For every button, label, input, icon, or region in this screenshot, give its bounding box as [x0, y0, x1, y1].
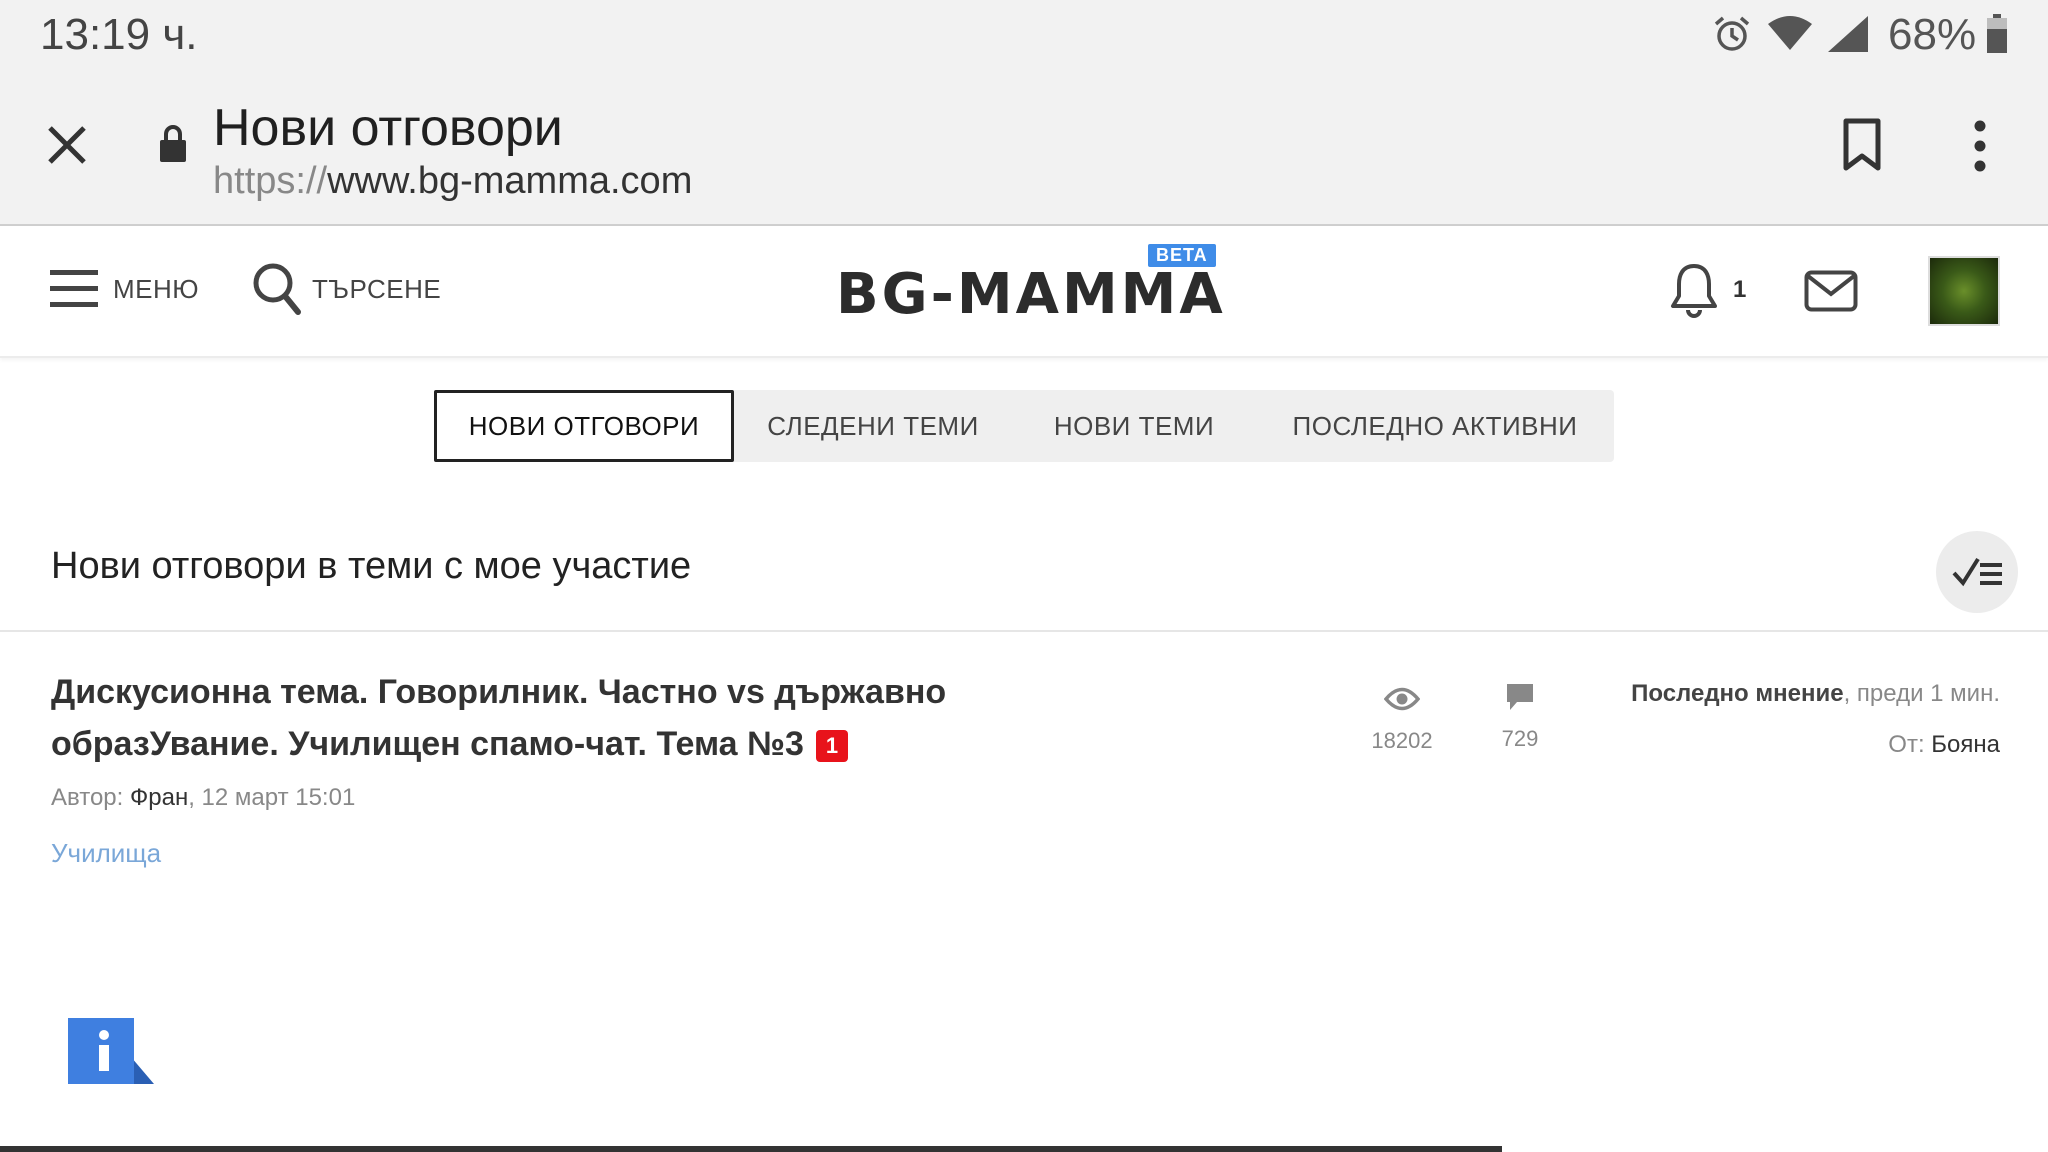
last-post-info[interactable]: Последно мнение, преди 1 мин.	[1631, 680, 2000, 708]
close-icon[interactable]	[46, 124, 88, 166]
replies-count: 729	[1501, 726, 1539, 751]
hamburger-icon	[50, 270, 98, 307]
battery-percent: 68%	[1888, 10, 1977, 59]
notification-count: 1	[1733, 276, 1747, 303]
author-prefix: Автор:	[51, 784, 124, 811]
topic-title: Дискусионна тема. Говорилник. Частно vs …	[51, 673, 947, 763]
site-logo[interactable]: BG-MAMMA	[836, 262, 1226, 327]
last-post-author: От: Бояна	[1888, 731, 2000, 759]
section-title: Нови отговори в теми с мое участие	[51, 545, 692, 587]
battery-icon	[1987, 14, 2007, 53]
menu-label: МЕНЮ	[113, 274, 200, 304]
status-clock: 13:19 ч.	[40, 10, 198, 59]
mark-all-read-button[interactable]	[1936, 531, 2018, 613]
tab-new-replies[interactable]: НОВИ ОТГОВОРИ	[434, 390, 734, 462]
search-icon	[253, 263, 301, 315]
wifi-icon	[1768, 16, 1812, 50]
page-url[interactable]: https://www.bg-mamma.com	[213, 160, 692, 203]
browser-toolbar: Нови отговори https://www.bg-mamma.com	[0, 72, 2048, 226]
topic-author[interactable]: Фран	[130, 784, 188, 811]
lock-icon	[160, 125, 186, 162]
replies-comment-icon	[1507, 684, 1533, 710]
section-divider	[0, 630, 2048, 632]
last-post-user[interactable]: Бояна	[1931, 731, 2000, 758]
search-button[interactable]: ТЪРСЕНЕ	[252, 262, 441, 318]
check-list-icon	[1952, 557, 2002, 587]
from-prefix: От:	[1888, 731, 1925, 758]
info-icon[interactable]	[68, 1018, 154, 1084]
search-label: ТЪРСЕНЕ	[312, 274, 442, 304]
alarm-icon	[1714, 16, 1750, 51]
notification-bell-icon[interactable]	[1670, 262, 1718, 318]
menu-button[interactable]: МЕНЮ	[50, 266, 200, 316]
tab-followed-topics[interactable]: СЛЕДЕНИ ТЕМИ	[734, 390, 1012, 462]
topic-title-link[interactable]: Дискусионна тема. Говорилник. Частно vs …	[51, 666, 1051, 770]
topic-category-link[interactable]: Училища	[51, 838, 161, 869]
last-post-time: , преди 1 мин.	[1843, 680, 2000, 707]
new-replies-badge: 1	[815, 730, 849, 763]
status-bar: 13:19 ч. 68%	[0, 0, 2048, 72]
bookmark-icon[interactable]	[1842, 118, 1882, 172]
mail-icon[interactable]	[1804, 270, 1858, 312]
topic-tabs: НОВИ ОТГОВОРИ СЛЕДЕНИ ТЕМИ НОВИ ТЕМИ ПОС…	[434, 390, 1614, 462]
topic-date: , 12 март 15:01	[188, 784, 356, 811]
last-post-label: Последно мнение	[1631, 680, 1844, 707]
topic-meta: Автор: Фран, 12 март 15:01	[51, 784, 355, 812]
beta-badge: BETA	[1148, 244, 1216, 267]
site-header: МЕНЮ ТЪРСЕНЕ BG-MAMMA BETA 1	[0, 226, 2048, 358]
views-eye-icon	[1384, 687, 1420, 711]
url-host: www.bg-mamma.com	[327, 160, 693, 202]
user-avatar[interactable]	[1928, 256, 2000, 326]
tab-last-active[interactable]: ПОСЛЕДНО АКТИВНИ	[1256, 390, 1614, 462]
progress-bar	[0, 1146, 1502, 1152]
views-count: 18202	[1371, 728, 1433, 753]
signal-icon	[1828, 16, 1868, 52]
tab-new-topics[interactable]: НОВИ ТЕМИ	[1012, 390, 1256, 462]
url-scheme: https://	[213, 160, 328, 202]
page-title: Нови отговори	[213, 99, 563, 157]
more-options-icon[interactable]	[1970, 118, 1990, 174]
